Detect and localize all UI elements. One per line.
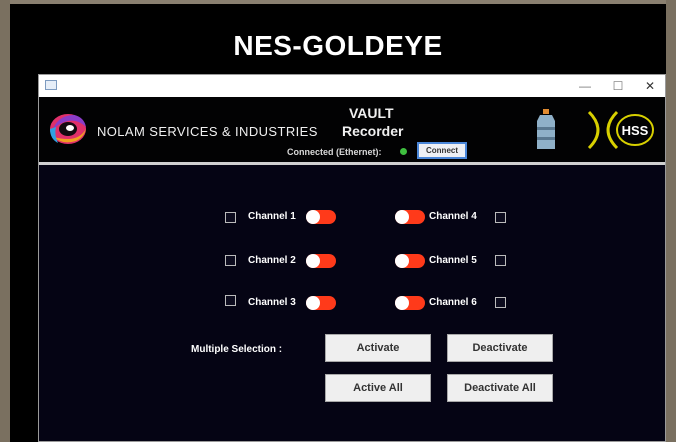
channel-4-toggle[interactable] (395, 210, 425, 224)
channel-1-toggle[interactable] (306, 210, 336, 224)
minimize-button[interactable]: — (575, 78, 595, 94)
title-bar: — ☐ ✕ (39, 75, 665, 97)
channel-2-checkbox[interactable] (225, 255, 236, 266)
water-bottle-icon (537, 109, 555, 149)
close-button[interactable]: ✕ (640, 78, 660, 94)
outer-frame-left (0, 0, 10, 442)
connection-led-icon (400, 148, 407, 155)
channel-5-label: Channel 5 (429, 255, 477, 266)
hss-logo-icon: HSS (587, 110, 654, 150)
outer-frame-top (0, 0, 676, 4)
channel-3-label: Channel 3 (248, 297, 296, 308)
channel-6-checkbox[interactable] (495, 297, 506, 308)
company-name: NOLAM SERVICES & INDUSTRIES (97, 124, 318, 139)
multiple-selection-label: Multiple Selection : (191, 344, 283, 355)
channel-5-checkbox[interactable] (495, 255, 506, 266)
channel-4-label: Channel 4 (429, 211, 477, 222)
deactivate-all-button[interactable]: Deactivate All (447, 374, 553, 402)
app-title-line1: VAULT (349, 105, 394, 121)
toggle-knob (395, 296, 409, 310)
channel-2-label: Channel 2 (248, 255, 296, 266)
channel-3-toggle[interactable] (306, 296, 336, 310)
hss-logo-text: HSS (622, 123, 649, 138)
banner-title: NES-GOLDEYE (233, 30, 443, 61)
channel-5-toggle[interactable] (395, 254, 425, 268)
toggle-knob (306, 210, 320, 224)
connect-button[interactable]: Connect (417, 142, 467, 159)
company-logo-icon (50, 114, 86, 144)
channel-6-label: Channel 6 (429, 297, 477, 308)
channel-3-checkbox[interactable] (225, 295, 236, 306)
toggle-knob (395, 254, 409, 268)
connection-status-text: Connected (Ethernet): (287, 147, 382, 157)
channel-1-checkbox[interactable] (225, 212, 236, 223)
channel-4-checkbox[interactable] (495, 212, 506, 223)
channel-1-label: Channel 1 (248, 211, 296, 222)
toggle-knob (306, 296, 320, 310)
outer-frame-right (666, 0, 676, 442)
active-all-button[interactable]: Active All (325, 374, 431, 402)
app-title-line2: Recorder (342, 123, 404, 139)
maximize-button[interactable]: ☐ (608, 78, 628, 94)
app-window-icon (45, 80, 57, 90)
toggle-knob (395, 210, 409, 224)
app-window: — ☐ ✕ NOLAM SERVICES & INDUSTRIES VAULT … (38, 74, 666, 442)
toggle-knob (306, 254, 320, 268)
app-header: NOLAM SERVICES & INDUSTRIES VAULT Record… (39, 97, 665, 165)
channel-6-toggle[interactable] (395, 296, 425, 310)
activate-button[interactable]: Activate (325, 334, 431, 362)
deactivate-button[interactable]: Deactivate (447, 334, 553, 362)
channel-2-toggle[interactable] (306, 254, 336, 268)
